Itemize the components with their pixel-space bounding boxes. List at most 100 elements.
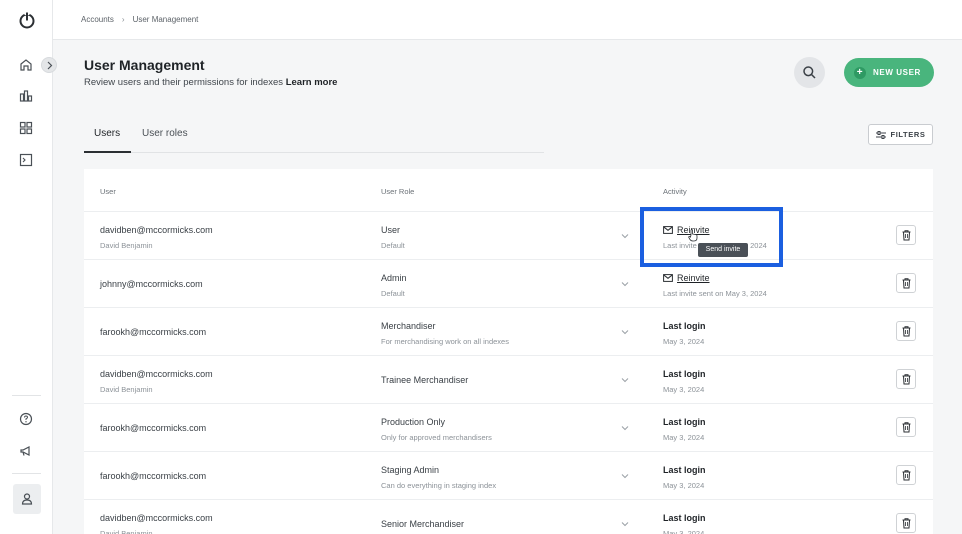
- breadcrumb-separator-icon: ›: [121, 15, 125, 24]
- terminal-icon[interactable]: [18, 152, 34, 168]
- subtitle-text: Review users and their permissions for i…: [84, 77, 284, 88]
- users-table: User User Role Activity davidben@mccormi…: [84, 169, 933, 534]
- activity-label: Last login: [663, 369, 706, 379]
- chevron-right-icon: [47, 61, 53, 70]
- breadcrumb-current: User Management: [132, 15, 199, 24]
- user-role: Merchandiser: [381, 321, 436, 331]
- table-header: User User Role Activity: [84, 169, 933, 212]
- plus-icon: +: [854, 66, 866, 79]
- activity-detail: Last invite sent on May 3, 2024: [663, 289, 767, 298]
- table-row: farookh@mccormicks.com Production Only Onl…: [84, 404, 933, 452]
- tab-bar: Users User roles: [84, 124, 544, 153]
- table-row: davidben@mccormicks.com David Benjamin Use…: [84, 212, 933, 260]
- delete-user-button[interactable]: [896, 273, 916, 293]
- trash-icon: [902, 374, 911, 385]
- user-role: Production Only: [381, 417, 446, 427]
- delete-user-button[interactable]: [896, 465, 916, 485]
- analytics-icon[interactable]: [18, 88, 34, 104]
- user-email: davidben@mccormicks.com: [100, 369, 213, 379]
- mail-icon: [663, 274, 673, 282]
- megaphone-icon[interactable]: [18, 443, 34, 459]
- activity-detail: May 3, 2024: [663, 529, 705, 534]
- table-row: johnny@mccormicks.com Admin Default Reinvit…: [84, 260, 933, 308]
- rail-divider: [12, 473, 41, 474]
- chevron-down-icon[interactable]: [621, 328, 629, 336]
- last-login-label: Last login: [663, 321, 706, 331]
- user-role-description: Can do everything in staging index: [381, 481, 497, 490]
- annotation-highlight-box: [640, 207, 783, 267]
- activity-label: Reinvite: [677, 273, 710, 283]
- left-rail: [0, 0, 53, 534]
- activity-label: Last login: [663, 321, 706, 331]
- trash-icon: [902, 326, 911, 337]
- page-title: User Management: [84, 57, 205, 73]
- activity-label: Last login: [663, 513, 706, 523]
- breadcrumb-accounts[interactable]: Accounts: [81, 15, 114, 24]
- filters-label: FILTERS: [890, 130, 926, 139]
- delete-user-button[interactable]: [896, 321, 916, 341]
- help-icon[interactable]: [18, 411, 34, 427]
- delete-user-button[interactable]: [896, 513, 916, 533]
- chevron-down-icon[interactable]: [621, 520, 629, 528]
- chevron-down-icon[interactable]: [621, 280, 629, 288]
- search-button[interactable]: [794, 57, 825, 88]
- trash-icon: [902, 422, 911, 433]
- learn-more-link[interactable]: Learn more: [286, 77, 338, 88]
- expand-rail-button[interactable]: [41, 57, 57, 73]
- grid-icon[interactable]: [18, 120, 34, 136]
- last-login-label: Last login: [663, 417, 706, 427]
- power-logo-icon[interactable]: [18, 11, 36, 29]
- delete-user-button[interactable]: [896, 225, 916, 245]
- chevron-down-icon[interactable]: [621, 376, 629, 384]
- activity-label: Last login: [663, 417, 706, 427]
- column-header-user: User: [100, 187, 116, 196]
- trash-icon: [902, 518, 911, 529]
- breadcrumb: Accounts › User Management: [81, 15, 198, 24]
- user-role-description: Default: [381, 289, 405, 298]
- user-name: David Benjamin: [100, 241, 153, 250]
- user-email: davidben@mccormicks.com: [100, 513, 213, 523]
- user-name: David Benjamin: [100, 385, 153, 394]
- activity-detail: May 3, 2024: [663, 433, 705, 442]
- user-role: Staging Admin: [381, 465, 440, 475]
- reinvite-link[interactable]: Reinvite: [663, 273, 710, 283]
- delete-user-button[interactable]: [896, 369, 916, 389]
- user-role: Senior Merchandiser: [381, 519, 465, 529]
- rail-divider: [12, 395, 41, 396]
- column-header-role: User Role: [381, 187, 415, 196]
- last-login-label: Last login: [663, 513, 706, 523]
- user-email: farookh@mccormicks.com: [100, 471, 207, 481]
- new-user-button[interactable]: + NEW USER: [844, 58, 934, 87]
- top-bar: Accounts › User Management: [53, 0, 962, 40]
- filters-button[interactable]: FILTERS: [868, 124, 933, 145]
- trash-icon: [902, 230, 911, 241]
- delete-user-button[interactable]: [896, 417, 916, 437]
- user-email: davidben@mccormicks.com: [100, 225, 213, 235]
- user-role-description: Default: [381, 241, 405, 250]
- user-role: Admin: [381, 273, 407, 283]
- page-subtitle: Review users and their permissions for i…: [84, 77, 337, 88]
- table-row: farookh@mccormicks.com Staging Admin Can d…: [84, 452, 933, 500]
- user-email: johnny@mccormicks.com: [100, 279, 203, 289]
- chevron-down-icon[interactable]: [621, 472, 629, 480]
- column-header-activity: Activity: [663, 187, 687, 196]
- user-name: David Benjamin: [100, 529, 153, 534]
- chevron-down-icon[interactable]: [621, 424, 629, 432]
- table-row: davidben@mccormicks.com David Benjamin Sen…: [84, 500, 933, 534]
- tab-user-roles[interactable]: User roles: [142, 128, 188, 139]
- chevron-down-icon[interactable]: [621, 232, 629, 240]
- active-tab-indicator: [84, 151, 131, 153]
- activity-label: Last login: [663, 465, 706, 475]
- user-icon: [21, 493, 33, 505]
- home-icon[interactable]: [18, 57, 34, 73]
- account-button[interactable]: [13, 484, 41, 514]
- activity-detail: May 3, 2024: [663, 481, 705, 490]
- send-invite-tooltip: Send invite: [698, 243, 748, 257]
- table-row: davidben@mccormicks.com David Benjamin Tra…: [84, 356, 933, 404]
- activity-detail: May 3, 2024: [663, 385, 705, 394]
- hand-cursor-icon: [688, 229, 698, 242]
- filter-sliders-icon: [875, 130, 886, 139]
- trash-icon: [902, 278, 911, 289]
- trash-icon: [902, 470, 911, 481]
- tab-users[interactable]: Users: [94, 128, 120, 139]
